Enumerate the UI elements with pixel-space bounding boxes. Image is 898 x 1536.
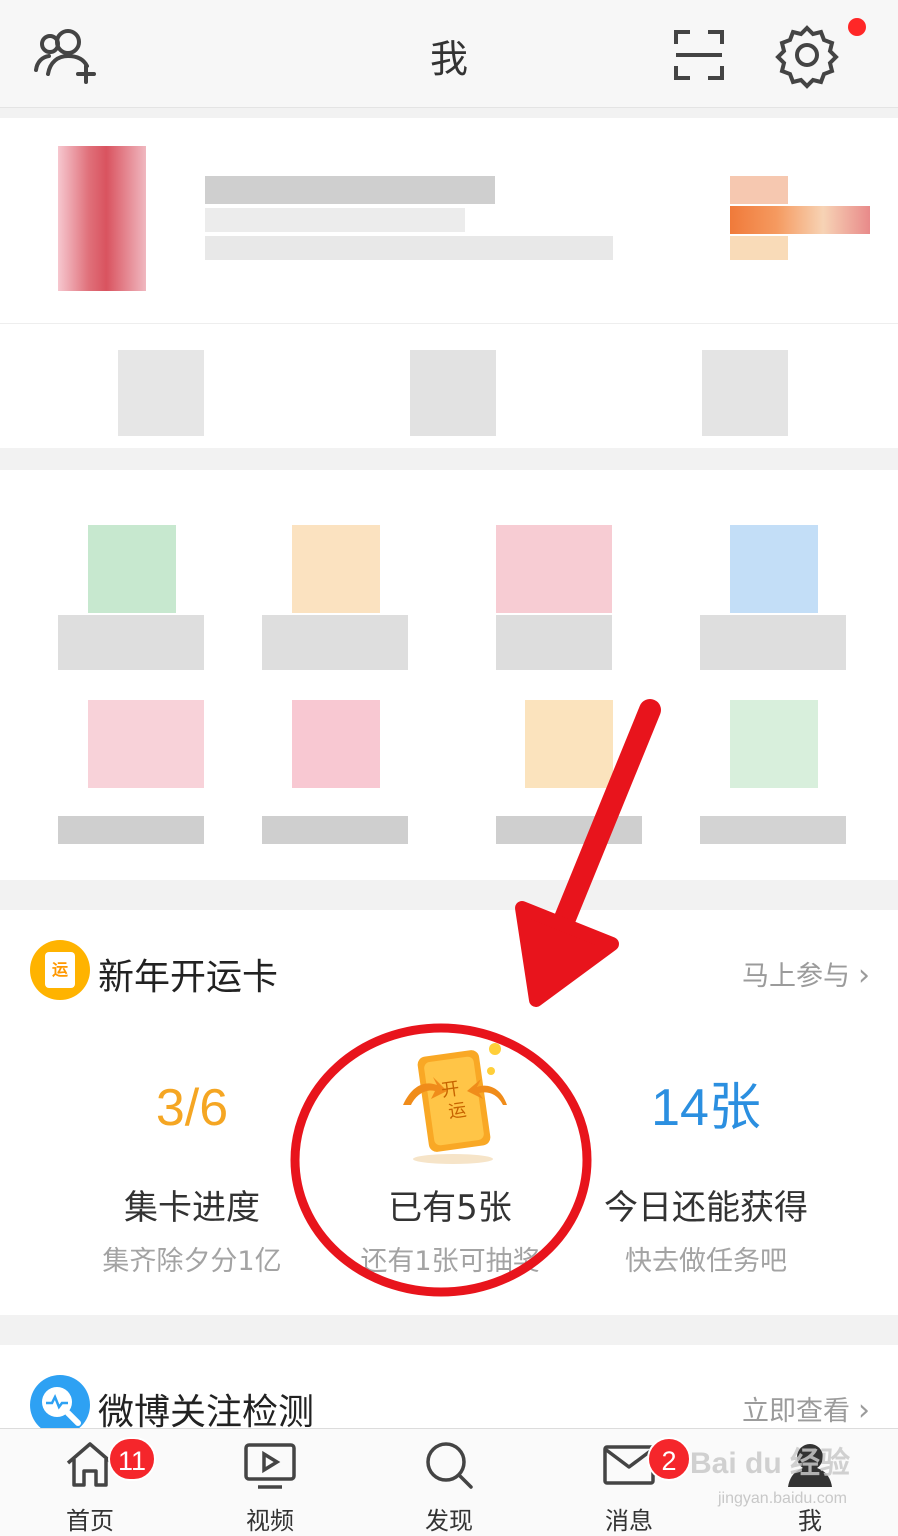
follow-check-link-label: 立即查看 (742, 1396, 850, 1427)
owned-cards-sub: 还有1张可抽奖 (360, 1246, 540, 1277)
owned-cards-spacer (300, 1070, 600, 1146)
function-grid-blurred (0, 470, 898, 880)
tab-home-label: 首页 (66, 1507, 114, 1535)
grid-label-1 (58, 615, 204, 670)
grid-icon-7[interactable] (525, 700, 613, 788)
follow-check-link[interactable]: 立即查看 › (742, 1389, 870, 1428)
today-available-stat[interactable]: 14张 今日还能获得 快去做任务吧 (556, 1070, 856, 1278)
baidu-watermark-url: jingyan.baidu.com (718, 1490, 847, 1507)
messages-badge: 2 (647, 1437, 691, 1481)
stat-fans-blurred (702, 350, 788, 436)
tab-video-label: 视频 (246, 1507, 294, 1535)
tab-discover-label: 发现 (425, 1507, 473, 1535)
tab-messages[interactable]: 消息 2 (569, 1437, 691, 1536)
vip-badge-blurred-3 (730, 236, 788, 260)
kaiyun-join-link[interactable]: 马上参与 › (742, 954, 870, 993)
page-title: 我 (429, 37, 468, 81)
bio-blurred (205, 208, 465, 232)
grid-label-8 (700, 816, 846, 844)
top-bar: 我 (0, 0, 898, 108)
grid-icon-5[interactable] (88, 700, 204, 788)
tab-video[interactable]: 视频 (210, 1437, 330, 1536)
grid-icon-4[interactable] (730, 525, 818, 613)
today-available-sub: 快去做任务吧 (625, 1246, 787, 1277)
grid-icon-1[interactable] (88, 525, 176, 613)
username-blurred (205, 176, 495, 204)
grid-icon-6[interactable] (292, 700, 380, 788)
settings-icon[interactable] (772, 20, 842, 90)
video-icon (242, 1437, 298, 1493)
baidu-watermark: Bai du 经验 (690, 1447, 851, 1480)
follow-check-icon (30, 1375, 90, 1435)
profile-card-blurred[interactable] (0, 118, 898, 448)
collect-progress-sub: 集齐除夕分1亿 (102, 1246, 282, 1277)
bio-blurred-2 (205, 236, 613, 260)
scan-icon[interactable] (664, 20, 734, 90)
home-badge: 11 (108, 1437, 157, 1481)
divider (0, 323, 898, 324)
kaiyun-icon-glyph: 运 (45, 952, 75, 988)
grid-label-3 (496, 615, 612, 670)
chevron-right-icon: › (858, 1393, 870, 1428)
grid-label-5 (58, 816, 204, 844)
grid-icon-3[interactable] (496, 525, 612, 613)
grid-label-2 (262, 615, 408, 670)
vip-badge-blurred-2 (730, 206, 870, 234)
tab-home[interactable]: 首页 11 (30, 1437, 157, 1536)
stat-weibo-blurred (118, 350, 204, 436)
grid-icon-8[interactable] (730, 700, 818, 788)
profile-page: 我 运 新年开运卡 马上参与 › 3/6 集卡进度 集齐除夕分1亿 开 运 已有… (0, 0, 898, 1536)
new-year-card-section: 运 新年开运卡 马上参与 › 3/6 集卡进度 集齐除夕分1亿 开 运 已有5张… (0, 910, 898, 1315)
grid-label-4 (700, 615, 846, 670)
kaiyun-card-icon: 运 (30, 940, 90, 1000)
tab-messages-label: 消息 (605, 1507, 653, 1535)
owned-cards-label: 已有5张 (388, 1188, 512, 1228)
tab-discover[interactable]: 发现 (389, 1437, 509, 1536)
stat-following-blurred (410, 350, 496, 436)
collect-progress-value: 3/6 (155, 1079, 229, 1137)
collect-progress-label: 集卡进度 (124, 1188, 260, 1228)
collect-progress-stat[interactable]: 3/6 集卡进度 集齐除夕分1亿 (42, 1070, 342, 1278)
grid-label-6 (262, 816, 408, 844)
search-icon (421, 1437, 477, 1493)
today-available-value: 14张 (651, 1079, 761, 1137)
today-available-label: 今日还能获得 (604, 1188, 808, 1228)
vip-badge-blurred (730, 176, 788, 204)
grid-label-7 (496, 816, 642, 844)
chevron-right-icon: › (858, 958, 870, 993)
kaiyun-join-label: 马上参与 (742, 961, 850, 992)
avatar (58, 146, 146, 291)
grid-icon-2[interactable] (292, 525, 380, 613)
settings-notification-dot (848, 18, 866, 36)
follow-check-section: 微博关注检测 立即查看 › (0, 1345, 898, 1435)
owned-cards-stat[interactable]: 已有5张 还有1张可抽奖 (300, 1070, 600, 1278)
kaiyun-section-title: 新年开运卡 (98, 957, 279, 998)
